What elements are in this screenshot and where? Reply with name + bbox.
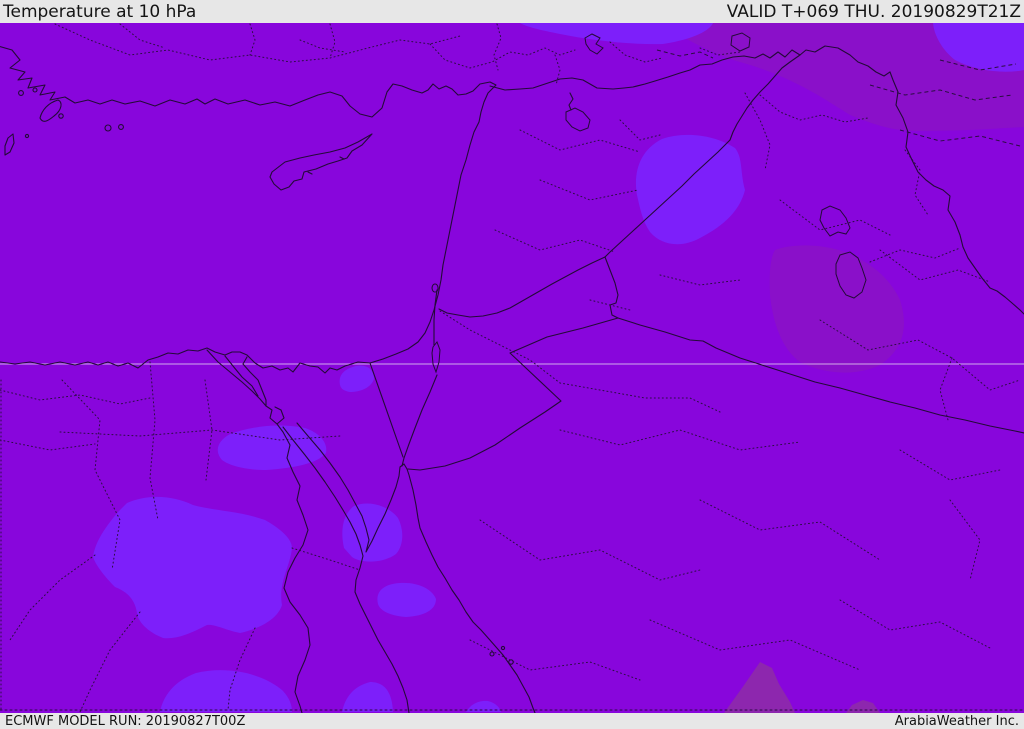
header-bar: Temperature at 10 hPa VALID T+069 THU. 2… bbox=[0, 0, 1024, 23]
brand-label: ArabiaWeather Inc. bbox=[894, 713, 1019, 729]
footer-bar: ECMWF MODEL RUN: 20190827T00Z ArabiaWeat… bbox=[0, 713, 1024, 729]
map-area bbox=[0, 23, 1024, 713]
model-run-label: ECMWF MODEL RUN: 20190827T00Z bbox=[5, 713, 246, 729]
weather-map bbox=[0, 23, 1024, 713]
valid-time-label: VALID T+069 THU. 20190829T21Z bbox=[726, 1, 1021, 22]
map-title: Temperature at 10 hPa bbox=[3, 1, 197, 22]
